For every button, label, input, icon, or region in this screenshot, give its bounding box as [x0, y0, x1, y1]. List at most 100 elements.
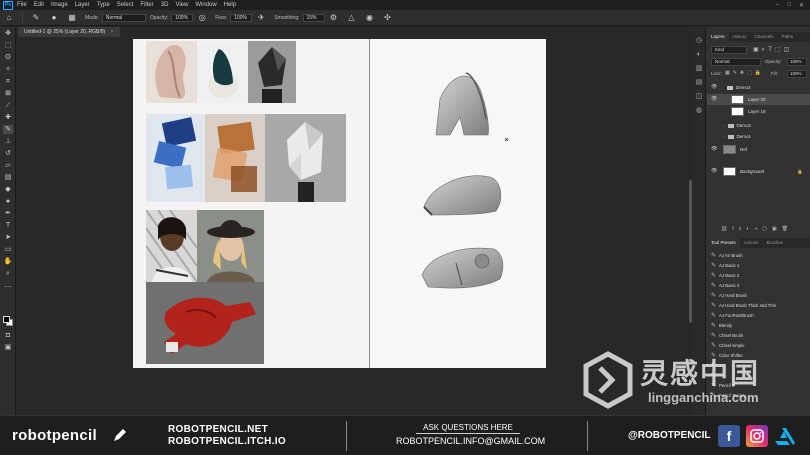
menu-window[interactable]: Window — [195, 2, 216, 8]
document-tab[interactable]: Untitled-1 @ 25% (Layer 20, RGB/8) × — [18, 27, 120, 37]
document-canvas[interactable] — [133, 39, 546, 368]
zoom-tool-icon[interactable]: ⌕ — [3, 269, 13, 278]
smoothing-options-icon[interactable]: ⚙ — [329, 13, 339, 23]
layer-row-demo2[interactable]: › Demo2 — [707, 120, 810, 131]
swatches-icon[interactable]: ◫ — [695, 93, 703, 101]
path-selection-tool-icon[interactable]: ➤ — [3, 233, 13, 242]
tab-brushes[interactable]: Brushes — [763, 238, 788, 248]
layer-filter-select[interactable]: Kind — [711, 46, 747, 54]
menu-filter[interactable]: Filter — [140, 2, 153, 8]
instagram-icon[interactable] — [746, 425, 768, 447]
facebook-icon[interactable]: f — [718, 425, 740, 447]
screen-mode-icon[interactable]: ▣ — [3, 343, 13, 352]
crop-tool-icon[interactable]: ⌗ — [3, 77, 13, 86]
layer-filter-icons[interactable]: ▣◐T⬚◫ — [753, 46, 792, 53]
airbrush-icon[interactable]: ✈ — [256, 13, 266, 23]
menu-type[interactable]: Type — [97, 2, 110, 8]
move-tool-icon[interactable]: ✥ — [3, 29, 13, 38]
layer-row-demo3[interactable]: 👁 Demo3 — [707, 82, 810, 93]
pressure-size-icon[interactable]: ◉ — [365, 13, 375, 23]
brush-size-icon[interactable]: ● — [49, 13, 59, 23]
artstation-icon[interactable] — [774, 425, 796, 447]
rectangle-tool-icon[interactable]: ▭ — [3, 245, 13, 254]
menu-image[interactable]: Image — [51, 2, 68, 8]
pen-tool-icon[interactable]: ✒ — [3, 209, 13, 218]
layer-row-demo1[interactable]: › Demo1 — [707, 131, 810, 142]
layers-footer-buttons[interactable]: ⛓fx◐◑▢▣🗑 — [707, 226, 810, 235]
magic-wand-tool-icon[interactable]: ✧ — [3, 65, 13, 74]
clone-stamp-tool-icon[interactable]: ⊥ — [3, 137, 13, 146]
properties-icon[interactable]: ◐ — [695, 51, 703, 59]
menu-3d[interactable]: 3D — [161, 2, 169, 8]
marquee-tool-icon[interactable]: ⬚ — [3, 41, 13, 50]
layer-row-layer-19[interactable]: Layer 19 — [707, 106, 810, 117]
history-brush-tool-icon[interactable]: ↺ — [3, 149, 13, 158]
tab-history[interactable]: History — [729, 32, 751, 42]
preset-item[interactable]: ✎ AJ Basic 3 — [707, 281, 810, 291]
tab-tool-presets[interactable]: Tool Presets — [707, 238, 740, 248]
frame-tool-icon[interactable]: ⊠ — [3, 89, 13, 98]
more-tools-icon[interactable]: ⋯ — [3, 283, 13, 292]
layer-row-background[interactable]: 👁 Background 🔒 — [707, 166, 810, 177]
menu-file[interactable]: File — [17, 2, 27, 8]
flow-field[interactable]: 100% — [230, 13, 253, 22]
close-tab-icon[interactable]: × — [111, 29, 114, 35]
close-icon[interactable]: ✕ — [799, 2, 804, 9]
preset-item[interactable]: ✎ Blendy — [707, 321, 810, 331]
layer-row-ref[interactable]: 👁 Ref — [707, 144, 810, 155]
symmetry-icon[interactable]: ✣ — [383, 13, 393, 23]
eyedropper-tool-icon[interactable]: ⟋ — [3, 101, 13, 110]
smoothing-field[interactable]: 15% — [302, 13, 325, 22]
layer-row-layer-20[interactable]: 👁 Layer 20 — [707, 94, 810, 105]
menu-edit[interactable]: Edit — [34, 2, 44, 8]
menu-layer[interactable]: Layer — [75, 2, 90, 8]
pressure-opacity-icon[interactable]: ◎ — [197, 13, 207, 23]
mode-select[interactable]: Normal — [101, 13, 146, 22]
brush-tool-icon[interactable]: ✎ — [3, 125, 13, 134]
tab-layers[interactable]: Layers — [707, 32, 729, 42]
preset-item[interactable]: ✎ Chisel Brush — [707, 331, 810, 341]
preset-item[interactable]: ✎ AJ Basic 1 — [707, 261, 810, 271]
visibility-eye-icon[interactable]: 👁 — [711, 82, 717, 93]
visibility-eye-icon[interactable]: 👁 — [711, 144, 717, 155]
tab-actions[interactable]: Actions — [740, 238, 763, 248]
menu-help[interactable]: Help — [224, 2, 236, 8]
lasso-tool-icon[interactable]: ʘ — [3, 53, 13, 62]
brush-tool-preset-icon[interactable]: ✎ — [31, 13, 41, 23]
maximize-icon[interactable]: □ — [787, 2, 791, 9]
link-itch-io[interactable]: ROBOTPENCIL.ITCH.IO — [168, 436, 286, 448]
adjustments-icon[interactable]: ▥ — [695, 65, 703, 73]
preset-item[interactable]: ✎ AJ FunPaintBrush — [707, 311, 810, 321]
visibility-eye-icon[interactable]: 👁 — [711, 166, 717, 177]
eraser-tool-icon[interactable]: ▱ — [3, 161, 13, 170]
preset-item[interactable]: ✎ AJ Hard Brush — [707, 291, 810, 301]
layer-opacity-field[interactable]: 100% — [787, 58, 807, 66]
menu-select[interactable]: Select — [117, 2, 134, 8]
preset-item[interactable]: ✎ AJ Hard Brush Thick and Thin — [707, 301, 810, 311]
link-robotpencil-net[interactable]: ROBOTPENCIL.NET — [168, 424, 286, 436]
gradient-tool-icon[interactable]: ▤ — [3, 173, 13, 182]
blend-mode-select[interactable]: Normal — [711, 58, 761, 66]
healing-brush-tool-icon[interactable]: ✚ — [3, 113, 13, 122]
fill-field[interactable]: 100% — [787, 70, 807, 78]
history-icon[interactable]: ◷ — [695, 37, 703, 45]
tab-paths[interactable]: Paths — [778, 32, 798, 42]
opacity-field[interactable]: 100% — [171, 13, 194, 22]
expand-chevron-icon[interactable]: › — [723, 123, 725, 128]
type-tool-icon[interactable]: T — [3, 221, 13, 230]
minimize-icon[interactable]: – — [776, 2, 779, 9]
preset-item[interactable]: ✎ AJ Air Brush — [707, 251, 810, 261]
expand-chevron-icon[interactable]: › — [723, 134, 725, 139]
blur-tool-icon[interactable]: ◆ — [3, 185, 13, 194]
angle-icon[interactable]: △ — [347, 13, 357, 23]
lock-icons[interactable]: ▦✎✥⬚🔒 — [725, 70, 764, 76]
preset-item[interactable]: ✎ AJ Basic 2 — [707, 271, 810, 281]
color-icon[interactable]: ◍ — [695, 107, 703, 115]
quick-mask-icon[interactable]: ◘ — [3, 331, 13, 340]
visibility-eye-icon[interactable]: 👁 — [711, 94, 717, 105]
brush-settings-icon[interactable]: ▦ — [67, 13, 77, 23]
tab-channels[interactable]: Channels — [751, 32, 778, 42]
foreground-color-swatch[interactable] — [3, 316, 10, 323]
dodge-tool-icon[interactable]: ● — [3, 197, 13, 206]
libraries-icon[interactable]: ▤ — [695, 79, 703, 87]
